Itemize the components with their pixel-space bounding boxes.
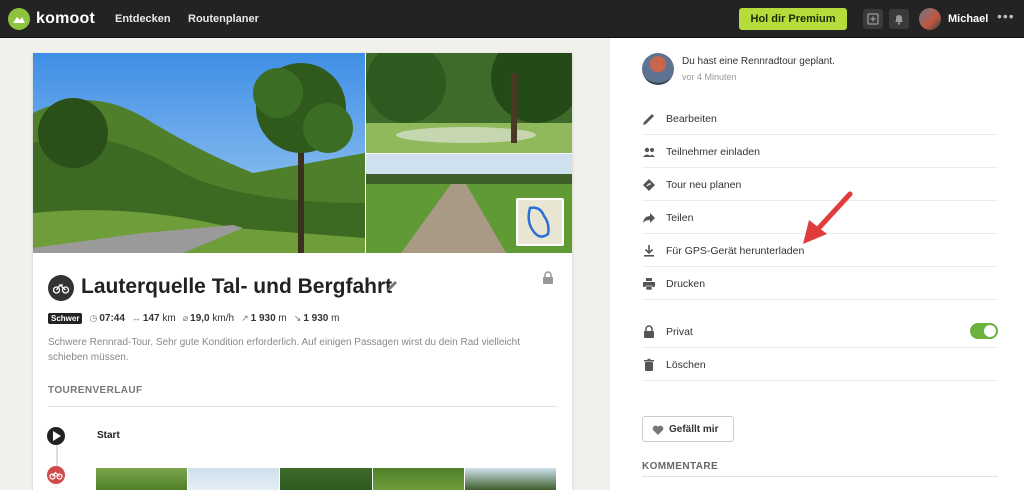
tour-photo-road[interactable]: [366, 154, 572, 253]
komoot-logo-icon: [8, 8, 30, 30]
premium-button[interactable]: Hol dir Premium: [739, 8, 847, 30]
menu-drucken[interactable]: Drucken: [642, 267, 998, 300]
menu-label: Bearbeiten: [666, 113, 717, 125]
route-icon: [643, 179, 655, 191]
distance-icon: ↔: [131, 313, 141, 323]
speed-stat: ⌀ 19,0 km/h: [182, 313, 235, 324]
tour-card: Lauterquelle Tal- und Bergfahrt Schwer ◷…: [33, 53, 572, 490]
route-mini-map[interactable]: [516, 198, 564, 246]
menu-privat: Privat: [642, 315, 998, 348]
downhill-icon: ↘: [293, 313, 302, 323]
distance-stat: ↔ 147 km: [131, 313, 176, 324]
uphill-stat: ↗ 1 930 m: [241, 313, 287, 324]
route-heading: TOURENVERLAUF: [48, 385, 143, 396]
trash-icon: [644, 358, 654, 371]
edit-title-pencil-icon[interactable]: [385, 279, 399, 293]
divider: [48, 406, 557, 407]
menu-teilnehmer-einladen[interactable]: Teilnehmer einladen: [642, 135, 998, 168]
menu-label: Löschen: [666, 359, 706, 371]
komoot-logo[interactable]: komoot: [8, 8, 95, 30]
divider: [642, 476, 998, 477]
lock-icon: [644, 325, 654, 338]
top-navigation-bar: komoot Entdecken Routenplaner Hol dir Pr…: [0, 0, 1024, 38]
more-menu-icon[interactable]: •••: [997, 8, 1015, 24]
like-label: Gefällt mir: [669, 424, 719, 435]
private-toggle[interactable]: [970, 323, 998, 339]
people-icon: [643, 147, 655, 157]
tour-photo-park[interactable]: [366, 53, 572, 153]
menu-label: Drucken: [666, 278, 706, 290]
difficulty-badge: Schwer: [48, 313, 83, 324]
clock-icon: ◷: [89, 313, 98, 323]
heart-icon: [652, 425, 664, 435]
start-play-icon[interactable]: [47, 427, 65, 445]
waypoint-photo[interactable]: [464, 468, 557, 490]
tour-title: Lauterquelle Tal- und Bergfahrt: [81, 275, 393, 298]
tour-photo-main[interactable]: [33, 53, 365, 253]
menu-label: Privat: [666, 326, 693, 338]
waypoint-photos: [96, 468, 557, 490]
duration-stat: ◷ 07:44: [89, 313, 125, 324]
waypoint-photo[interactable]: [372, 468, 464, 490]
nav-entdecken[interactable]: Entdecken: [115, 13, 171, 25]
menu-loeschen[interactable]: Löschen: [642, 348, 998, 381]
menu-bearbeiten[interactable]: Bearbeiten: [642, 102, 998, 135]
tour-stats: Schwer ◷ 07:44 ↔ 147 km ⌀ 19,0 km/h ↗ 1 930 …: [48, 313, 339, 324]
speed-icon: ⌀: [182, 313, 189, 323]
downhill-stat: ↘ 1 930 m: [293, 313, 340, 324]
annotation-arrow-icon: [803, 191, 853, 244]
waypoint-photo[interactable]: [188, 468, 280, 490]
user-avatar[interactable]: [919, 8, 941, 30]
activity-time: vor 4 Minuten: [682, 72, 737, 82]
waypoint-photo[interactable]: [96, 468, 188, 490]
tour-description: Schwere Rennrad-Tour. Sehr gute Konditio…: [48, 337, 520, 363]
menu-label: Teilnehmer einladen: [666, 146, 760, 158]
pencil-icon: [643, 114, 654, 125]
nav-routenplaner[interactable]: Routenplaner: [188, 13, 259, 25]
uphill-icon: ↗: [241, 313, 249, 323]
menu-label: Für GPS-Gerät herunterladen: [666, 245, 805, 257]
user-avatar[interactable]: [642, 53, 674, 85]
plus-icon[interactable]: [863, 9, 883, 29]
comments-heading: KOMMENTARE: [642, 461, 719, 472]
like-button[interactable]: Gefällt mir: [642, 416, 734, 442]
user-name[interactable]: Michael: [948, 13, 988, 25]
bell-icon[interactable]: [889, 9, 909, 29]
waypoint-photo[interactable]: [280, 468, 372, 490]
start-label: Start: [97, 430, 120, 441]
road-bike-badge: [48, 275, 74, 301]
brand-name: komoot: [36, 10, 95, 27]
menu-label: Tour neu planen: [666, 179, 742, 191]
print-icon: [643, 278, 655, 291]
lock-icon: [543, 271, 553, 284]
tour-actions-panel: Du hast eine Rennradtour geplant. vor 4 …: [610, 38, 1024, 490]
menu-label: Teilen: [666, 212, 694, 224]
activity-text: Du hast eine Rennradtour geplant.: [682, 56, 835, 67]
download-icon: [644, 245, 654, 257]
bike-waypoint-icon[interactable]: [47, 466, 65, 484]
share-icon: [643, 213, 655, 223]
